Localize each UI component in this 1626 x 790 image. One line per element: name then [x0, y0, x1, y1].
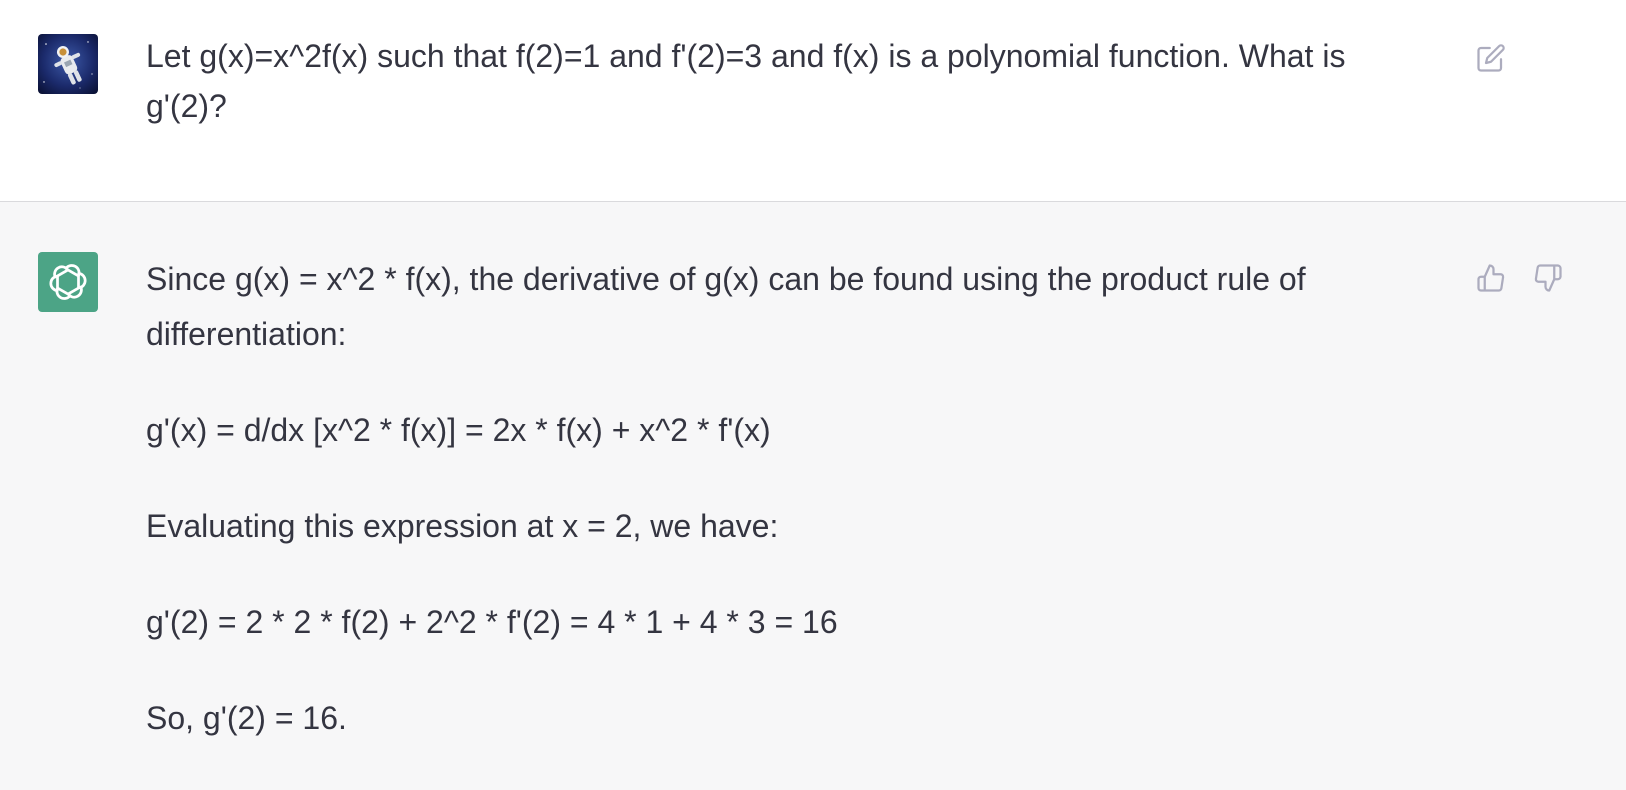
user-avatar	[38, 34, 98, 94]
assistant-paragraph: g'(x) = d/dx [x^2 * f(x)] = 2x * f(x) + …	[146, 412, 771, 448]
thumbs-up-icon	[1477, 264, 1505, 292]
thumbs-down-button[interactable]	[1532, 262, 1564, 294]
user-message-text: Let g(x)=x^2f(x) such that f(2)=1 and f'…	[146, 38, 1346, 124]
assistant-paragraph: g'(2) = 2 * 2 * f(2) + 2^2 * f'(2) = 4 *…	[146, 604, 838, 640]
assistant-paragraph: Evaluating this expression at x = 2, we …	[146, 508, 779, 544]
astronaut-avatar-icon	[38, 34, 98, 94]
edit-icon	[1477, 44, 1505, 72]
edit-button[interactable]	[1475, 42, 1507, 74]
thumbs-up-button[interactable]	[1475, 262, 1507, 294]
openai-logo-icon	[49, 264, 87, 300]
thumbs-down-icon	[1534, 264, 1562, 292]
assistant-message-text: Since g(x) = x^2 * f(x), the derivative …	[146, 252, 1416, 746]
assistant-avatar	[38, 252, 98, 312]
assistant-message-turn: Since g(x) = x^2 * f(x), the derivative …	[0, 202, 1626, 790]
user-message-turn: Let g(x)=x^2f(x) such that f(2)=1 and f'…	[0, 0, 1626, 202]
assistant-paragraph: So, g'(2) = 16.	[146, 700, 347, 736]
assistant-paragraph: Since g(x) = x^2 * f(x), the derivative …	[146, 261, 1306, 352]
